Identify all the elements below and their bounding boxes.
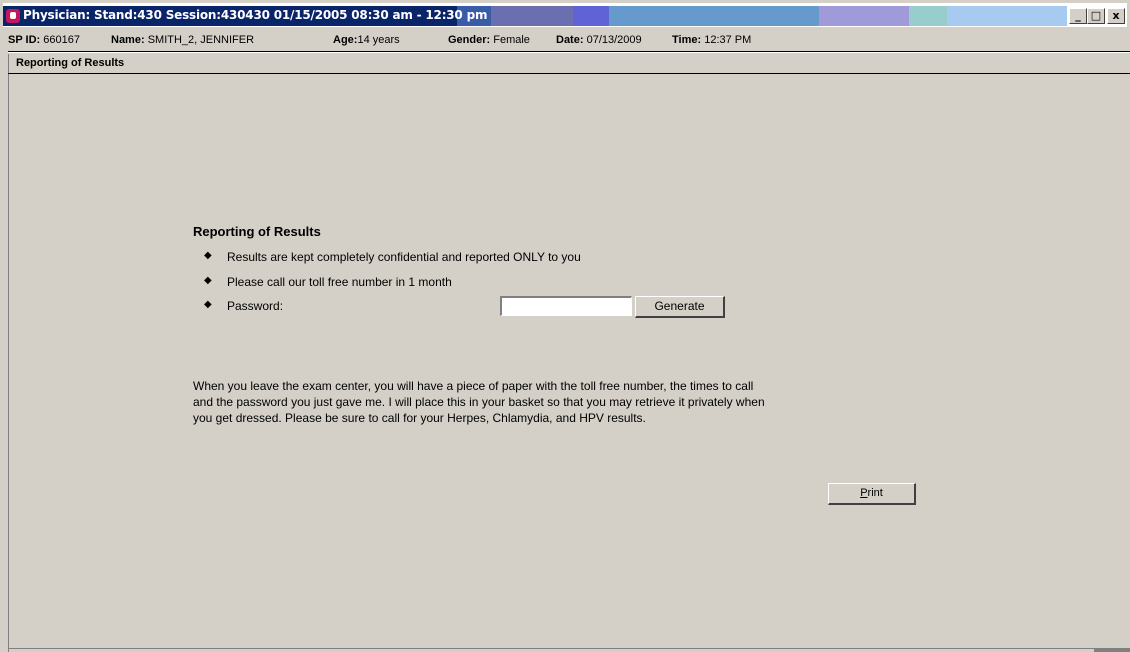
title-segment	[491, 6, 573, 26]
paragraph-line: you get dressed. Please be sure to call …	[193, 411, 646, 425]
app-icon	[6, 9, 20, 23]
gender-label: Gender:	[448, 34, 491, 46]
content-border	[8, 54, 9, 652]
title-segment	[947, 6, 1067, 26]
gender-field: Gender: Female	[448, 34, 530, 46]
status-tab	[1094, 648, 1130, 652]
age-value: 14 years	[357, 34, 400, 46]
window-title: Physician: Stand:430 Session:430430 01/1…	[23, 8, 488, 22]
age-field: Age:14 years	[333, 34, 400, 46]
spid-value: 660167	[43, 34, 80, 46]
bullet-text: Please call our toll free number in 1 mo…	[227, 275, 452, 289]
maximize-button[interactable]: □	[1087, 8, 1105, 24]
name-field: Name: SMITH_2, JENNIFER	[111, 34, 254, 46]
age-label: Age:	[333, 34, 358, 46]
bullet-text: Results are kept completely confidential…	[227, 250, 581, 264]
minimize-button[interactable]: _	[1069, 8, 1087, 24]
name-label: Name:	[111, 34, 145, 46]
generate-button[interactable]: Generate	[635, 296, 725, 318]
date-value: 07/13/2009	[586, 34, 642, 46]
date-label: Date:	[556, 34, 584, 46]
time-label: Time:	[672, 34, 702, 46]
page-title: Reporting of Results	[193, 224, 321, 239]
application-window: Physician: Stand:430 Session:430430 01/1…	[0, 0, 1130, 652]
title-bar: Physician: Stand:430 Session:430430 01/1…	[3, 3, 1127, 27]
divider	[8, 52, 1130, 53]
gender-value: Female	[493, 34, 530, 46]
title-segment	[573, 6, 609, 26]
print-accelerator: P	[860, 487, 868, 499]
window-controls: _ □ x	[1069, 8, 1125, 24]
divider	[8, 73, 1130, 74]
password-label: Password:	[227, 299, 284, 313]
time-field: Time: 12:37 PM	[672, 34, 751, 46]
spid-field: SP ID: 660167	[8, 34, 80, 46]
time-value: 12:37 PM	[704, 34, 752, 46]
title-segment	[609, 6, 819, 26]
bottom-border	[8, 648, 1130, 652]
title-segment	[819, 6, 909, 26]
paragraph-line: When you leave the exam center, you will…	[193, 379, 754, 393]
patient-info-bar: SP ID: 660167 Name: SMITH_2, JENNIFER Ag…	[8, 33, 1126, 49]
date-field: Date: 07/13/2009	[556, 34, 642, 46]
print-label: rint	[867, 487, 883, 499]
name-value: SMITH_2, JENNIFER	[147, 34, 255, 46]
bullet-diamond-icon: ◆	[204, 275, 212, 286]
bullet-diamond-icon: ◆	[204, 250, 212, 261]
bullet-diamond-icon: ◆	[204, 299, 212, 310]
title-segment	[909, 6, 947, 26]
print-button[interactable]: Print	[828, 483, 916, 505]
section-header: Reporting of Results	[16, 57, 125, 69]
close-button[interactable]: x	[1107, 8, 1125, 24]
instructions-paragraph: When you leave the exam center, you will…	[193, 378, 893, 426]
password-input[interactable]	[500, 296, 632, 316]
paragraph-line: and the password you just gave me. I wil…	[193, 395, 765, 409]
spid-label: SP ID:	[8, 34, 41, 46]
